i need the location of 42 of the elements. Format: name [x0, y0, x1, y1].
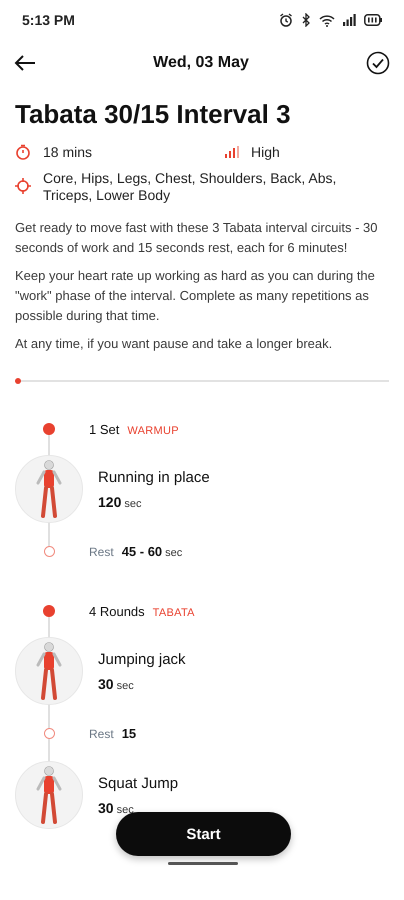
status-time: 5:13 PM [22, 12, 75, 28]
rest-duration: 45 - 60 sec [122, 544, 182, 558]
page-title: Wed, 03 May [153, 54, 249, 72]
stopwatch-icon [15, 144, 31, 160]
rest-label: Rest [89, 544, 114, 558]
duration-text: 18 mins [43, 144, 92, 160]
set-count: 1 Set [89, 422, 120, 436]
set-type-label: TABATA [152, 606, 195, 618]
exercise-name: Running in place [98, 468, 210, 486]
figure-drawing [34, 641, 64, 701]
set-type-label: WARMUP [127, 424, 179, 436]
description-paragraph: At any time, if you want pause and take a longer break. [15, 335, 334, 353]
muscle-groups-text: Core, Hips, Legs, Chest, Shoulders, Back, Abs, Triceps, Lower Body [43, 170, 338, 204]
complete-button[interactable] [366, 51, 390, 75]
signal-icon [343, 14, 356, 26]
alarm-icon [279, 13, 293, 27]
bluetooth-icon [301, 13, 311, 27]
back-arrow-icon [14, 55, 36, 71]
rest-marker-dot [44, 546, 54, 556]
check-circle-icon [366, 51, 390, 75]
intensity-text: High [251, 144, 280, 160]
intensity-bars-icon [225, 146, 239, 158]
start-button[interactable]: Start [116, 812, 291, 856]
exercise-duration: 30 sec [98, 676, 134, 692]
description-paragraph: Keep your heart rate up working as hard as you can during the "work" phase of the interval. Complete as many repetitions as possible during that time. [15, 267, 376, 325]
exercise-duration: 120 sec [98, 494, 142, 510]
set-marker-dot [43, 423, 55, 435]
figure-drawing [34, 765, 64, 825]
target-icon [15, 178, 31, 194]
rest-duration: 15 [122, 726, 136, 740]
workout-title: Tabata 30/15 Interval 3 [15, 98, 292, 130]
exercise-name: Jumping jack [98, 650, 186, 668]
figure-drawing [34, 459, 64, 519]
set-count: 4 Rounds [89, 604, 145, 618]
wifi-icon [319, 14, 335, 26]
exercise-name: Squat Jump [98, 774, 178, 792]
battery-icon [364, 14, 382, 26]
back-button[interactable] [14, 55, 36, 71]
set-marker-dot [43, 605, 55, 617]
description-paragraph: Get ready to move fast with these 3 Tabata interval circuits - 30 seconds of work and 15 seconds rest, each for 6 minutes! [15, 219, 378, 257]
rest-label: Rest [89, 726, 114, 740]
rest-marker-dot [44, 728, 54, 738]
